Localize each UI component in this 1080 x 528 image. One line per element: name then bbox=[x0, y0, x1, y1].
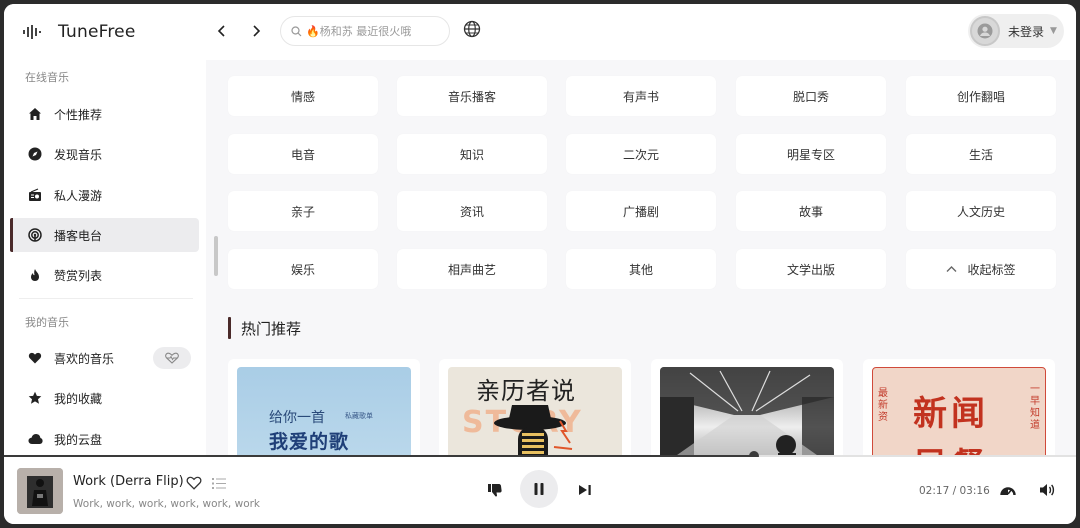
current-time: 02:17 bbox=[919, 485, 950, 497]
star-icon bbox=[27, 390, 43, 406]
online-music-label: 在线音乐 bbox=[25, 71, 69, 84]
sidebar-item-label: 个性推荐 bbox=[54, 107, 103, 122]
song-title[interactable]: Work (Derra Flip) bbox=[73, 474, 184, 489]
brand[interactable]: TuneFree bbox=[22, 18, 136, 46]
speed-gauge-icon[interactable] bbox=[1000, 483, 1016, 497]
tag-talkshow[interactable]: 脱口秀 bbox=[736, 76, 886, 116]
caret-down-icon: ▼ bbox=[1050, 26, 1057, 36]
sidebar-item-label: 赞赏列表 bbox=[54, 268, 103, 283]
next-track-icon[interactable] bbox=[578, 484, 592, 496]
chevron-left-icon bbox=[217, 25, 225, 37]
sidebar-item-roaming[interactable]: 私人漫游 bbox=[10, 178, 199, 212]
heart-mode-button[interactable] bbox=[153, 347, 191, 369]
podcast-hat-illustration bbox=[494, 405, 573, 456]
user-name: 未登录 bbox=[1008, 24, 1045, 39]
hot-card-2[interactable]: STORY 亲历者说 bbox=[439, 359, 631, 456]
dislike-icon[interactable] bbox=[487, 483, 503, 497]
tag-acg[interactable]: 二次元 bbox=[566, 134, 716, 174]
sidebar-item-podcast[interactable]: 播客电台 bbox=[10, 218, 199, 252]
album-thumbnail[interactable] bbox=[17, 468, 63, 514]
heart-icon bbox=[27, 350, 43, 366]
app-name: TuneFree bbox=[58, 22, 136, 42]
heartbeat-icon bbox=[165, 352, 179, 364]
home-icon bbox=[27, 106, 43, 122]
main-content: 情感 音乐播客 有声书 脱口秀 创作翻唱 电音 知识 二次元 明星专区 生活 亲… bbox=[206, 60, 1076, 456]
fire-icon bbox=[27, 267, 43, 283]
sidebar-item-appreciation[interactable]: 赞赏列表 bbox=[10, 258, 199, 292]
tag-life[interactable]: 生活 bbox=[906, 134, 1056, 174]
collapse-tags-button[interactable]: 收起标签 bbox=[906, 249, 1056, 289]
sidebar-item-recommend[interactable]: 个性推荐 bbox=[10, 97, 199, 131]
hot-card-3[interactable] bbox=[651, 359, 843, 456]
cloud-icon bbox=[27, 431, 43, 447]
sidebar-item-label: 我的云盘 bbox=[54, 432, 103, 447]
player-bar: Work (Derra Flip) Work, work, work, work… bbox=[4, 457, 1076, 524]
forward-button[interactable] bbox=[244, 19, 268, 43]
playlist-icon[interactable] bbox=[212, 478, 226, 489]
search-box[interactable] bbox=[280, 16, 450, 46]
tag-audiobook[interactable]: 有声书 bbox=[566, 76, 716, 116]
sidebar-item-label: 喜欢的音乐 bbox=[54, 351, 115, 366]
tag-knowledge[interactable]: 知识 bbox=[397, 134, 547, 174]
tag-entertainment[interactable]: 娱乐 bbox=[228, 249, 378, 289]
radio-icon bbox=[27, 187, 43, 203]
chevron-right-icon bbox=[253, 25, 261, 37]
cover-image: STORY 亲历者说 bbox=[448, 367, 622, 456]
compass-icon bbox=[27, 146, 43, 162]
section-accent-bar bbox=[228, 317, 231, 339]
sidebar-item-label: 私人漫游 bbox=[54, 188, 103, 203]
top-header: 未登录 ▼ bbox=[206, 4, 1076, 60]
tag-news[interactable]: 资讯 bbox=[397, 191, 547, 231]
language-button[interactable] bbox=[463, 20, 485, 42]
tag-other[interactable]: 其他 bbox=[566, 249, 716, 289]
tag-story[interactable]: 故事 bbox=[736, 191, 886, 231]
tag-radio-drama[interactable]: 广播剧 bbox=[566, 191, 716, 231]
tag-celebrity[interactable]: 明星专区 bbox=[736, 134, 886, 174]
tag-electronic[interactable]: 电音 bbox=[228, 134, 378, 174]
globe-icon bbox=[463, 20, 481, 38]
tag-crosstalk[interactable]: 相声曲艺 bbox=[397, 249, 547, 289]
podcast-icon bbox=[27, 227, 43, 243]
user-icon bbox=[977, 23, 993, 39]
total-time: 03:16 bbox=[959, 485, 990, 497]
sidebar-item-collection[interactable]: 我的收藏 bbox=[10, 381, 199, 415]
cover-image: 最新资 一早知道 新闻 早餐 bbox=[872, 367, 1046, 456]
sidebar: TuneFree 在线音乐 个性推荐 发现音乐 私人漫游 播客电台 赞赏列表 我… bbox=[4, 4, 206, 456]
my-music-label: 我的音乐 bbox=[25, 316, 69, 329]
song-artist: Work, work, work, work, work, work bbox=[73, 498, 261, 510]
playback-time: 02:17 / 03:16 bbox=[919, 485, 990, 497]
back-button[interactable] bbox=[210, 19, 234, 43]
sidebar-divider bbox=[19, 298, 193, 299]
volume-icon[interactable] bbox=[1039, 483, 1055, 497]
hot-card-1[interactable]: 给你一首 私藏歌单 我爱的歌 bbox=[228, 359, 420, 456]
hot-section-title: 热门推荐 bbox=[228, 316, 301, 340]
time-separator: / bbox=[952, 485, 957, 497]
sidebar-item-cloud[interactable]: 我的云盘 bbox=[10, 422, 199, 456]
sidebar-item-label: 发现音乐 bbox=[54, 147, 103, 162]
waveform-icon bbox=[23, 25, 41, 39]
sidebar-item-liked[interactable]: 喜欢的音乐 bbox=[10, 341, 199, 375]
tag-emotion[interactable]: 情感 bbox=[228, 76, 378, 116]
hot-card-4[interactable]: 最新资 一早知道 新闻 早餐 bbox=[863, 359, 1055, 456]
like-heart-icon[interactable] bbox=[186, 476, 202, 490]
tag-music-podcast[interactable]: 音乐播客 bbox=[397, 76, 547, 116]
app-window: TuneFree 在线音乐 个性推荐 发现音乐 私人漫游 播客电台 赞赏列表 我… bbox=[4, 4, 1076, 524]
tag-cover[interactable]: 创作翻唱 bbox=[906, 76, 1056, 116]
chevron-up-icon bbox=[946, 266, 957, 272]
user-menu[interactable]: 未登录 ▼ bbox=[968, 14, 1064, 48]
pause-button[interactable] bbox=[520, 470, 558, 508]
cover-image: 给你一首 私藏歌单 我爱的歌 bbox=[237, 367, 411, 456]
search-input[interactable] bbox=[306, 24, 436, 38]
avatar bbox=[970, 16, 1000, 46]
search-icon bbox=[291, 25, 302, 36]
sidebar-item-label: 播客电台 bbox=[54, 228, 103, 243]
sidebar-item-discover[interactable]: 发现音乐 bbox=[10, 137, 199, 171]
tag-literature[interactable]: 文学出版 bbox=[736, 249, 886, 289]
tag-parenting[interactable]: 亲子 bbox=[228, 191, 378, 231]
pause-icon bbox=[534, 483, 544, 495]
cover-image bbox=[660, 367, 834, 456]
sidebar-item-label: 我的收藏 bbox=[54, 391, 103, 406]
tag-humanities[interactable]: 人文历史 bbox=[906, 191, 1056, 231]
station-photo-illustration bbox=[660, 367, 834, 456]
